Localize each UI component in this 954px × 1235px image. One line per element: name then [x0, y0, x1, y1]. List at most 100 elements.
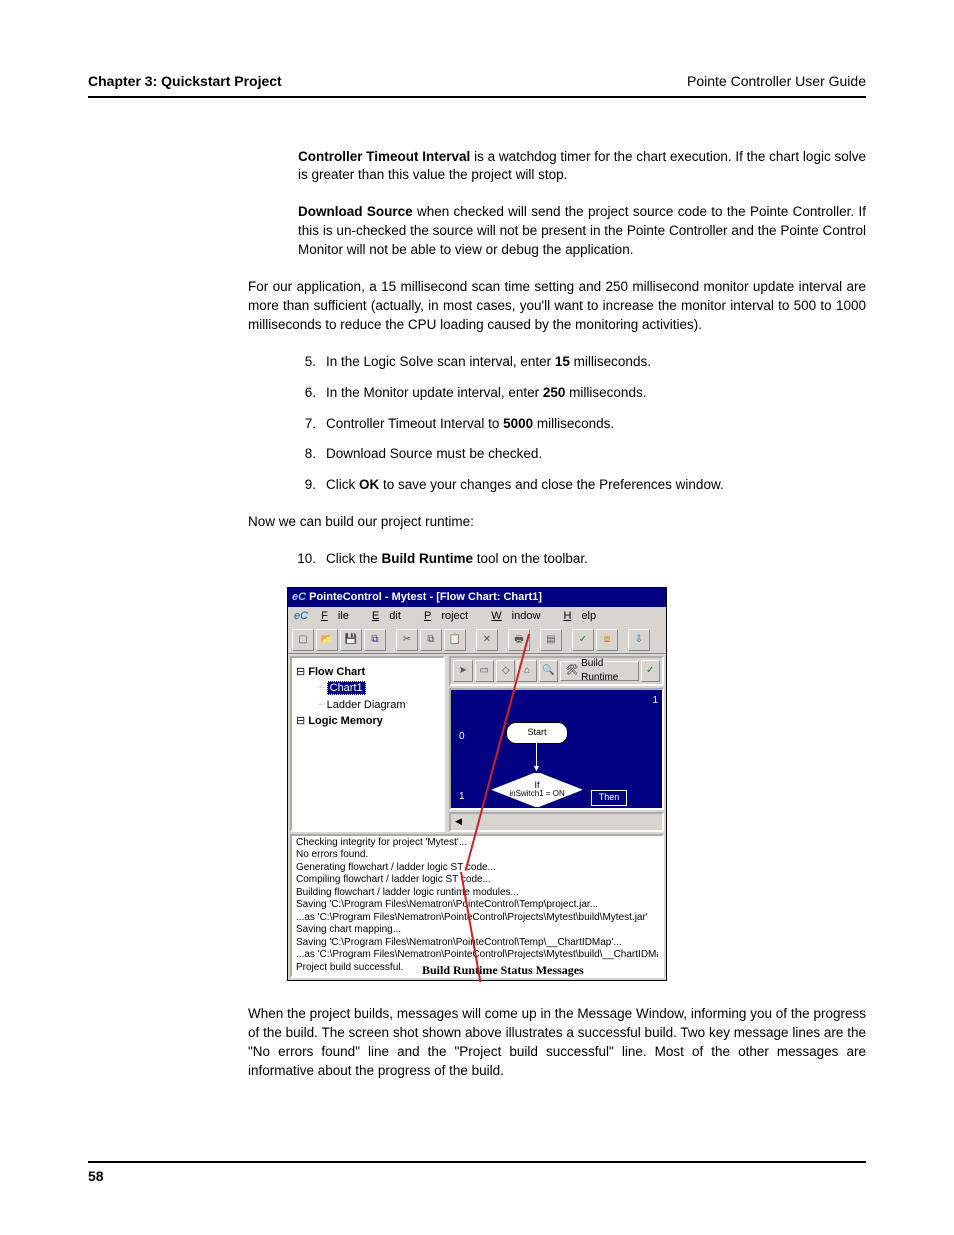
step-pre: Click the	[326, 551, 382, 566]
row-0-marker: 0	[459, 730, 465, 744]
build-runtime-button[interactable]: 🛠 Build Runtime	[560, 661, 638, 681]
window-title: PointeControl - Mytest - [Flow Chart: Ch…	[309, 591, 542, 603]
properties-icon[interactable]: ▤	[540, 629, 562, 651]
paste-icon[interactable]: 📋	[444, 629, 466, 651]
flow-then-label: Then	[591, 790, 627, 806]
validate-icon[interactable]: ✓	[572, 629, 594, 651]
copy-icon[interactable]: ⧉	[420, 629, 442, 651]
menu-help[interactable]: Help	[563, 610, 606, 622]
tree-label[interactable]: Flow Chart	[308, 666, 365, 678]
definition-term: Download Source	[298, 204, 413, 219]
app-logo-small: eC	[294, 610, 308, 622]
output-line: Saving 'C:\Program Files\Nematron\Pointe…	[296, 899, 658, 912]
step-pre: Download Source must be checked.	[326, 446, 542, 461]
build-icon[interactable]: ⧈	[596, 629, 618, 651]
delete-icon[interactable]: ✕	[476, 629, 498, 651]
menu-window[interactable]: Window	[491, 610, 550, 622]
save-all-icon[interactable]: ⧉	[364, 629, 386, 651]
step-number: 7.	[288, 415, 326, 434]
step-number: 5.	[288, 353, 326, 372]
flowchart-canvas[interactable]: 1 0 1 Start ▼ If inSwitch1 = ON Then	[449, 688, 664, 810]
tree-label-selected: Chart1	[327, 681, 366, 695]
step-bold: 15	[555, 354, 570, 369]
download-icon[interactable]: ⇩	[628, 629, 650, 651]
paragraph-now-build: Now we can build our project runtime:	[248, 513, 866, 532]
app-window: eC PointeControl - Mytest - [Flow Chart:…	[287, 587, 667, 981]
tree-item-chart1[interactable]: Chart1	[296, 680, 439, 697]
step-post: to save your changes and close the Prefe…	[379, 477, 723, 492]
steps-list-1: 5.In the Logic Solve scan interval, ente…	[288, 353, 866, 495]
hammer-icon: 🛠	[565, 664, 578, 678]
step-item: 9.Click OK to save your changes and clos…	[288, 476, 866, 495]
step-bold: Build Runtime	[382, 551, 474, 566]
project-tree[interactable]: Flow Chart Chart1 Ladder Diagram Logic M…	[290, 656, 445, 832]
build-runtime-label: Build Runtime	[581, 657, 633, 685]
toolbar-main: ▢ 📂 💾 ⧉ ✂ ⧉ 📋 ✕ 🖶 ▤ ✓ ⧈ ⇩	[288, 627, 666, 653]
scroll-left-icon[interactable]: ◀	[451, 816, 462, 826]
output-line: Checking integrity for project 'Mytest'.…	[296, 837, 658, 850]
pointer-icon[interactable]: ➤	[453, 660, 472, 682]
step-post: milliseconds.	[565, 385, 646, 400]
app-logo: eC	[292, 591, 306, 603]
output-line: No errors found.	[296, 849, 658, 862]
step-bold: OK	[359, 477, 379, 492]
step-post: milliseconds.	[533, 416, 614, 431]
cut-icon[interactable]: ✂	[396, 629, 418, 651]
step-number: 10.	[288, 550, 326, 569]
tree-flowchart-root: Flow Chart	[296, 664, 439, 681]
paragraph-app-settings: For our application, a 15 millisecond sc…	[248, 278, 866, 335]
flow-condition: inSwitch1 = ON	[509, 790, 564, 798]
output-line: Building flowchart / ladder logic runtim…	[296, 887, 658, 900]
save-icon[interactable]: 💾	[340, 629, 362, 651]
output-line: Generating flowchart / ladder logic ST c…	[296, 862, 658, 875]
step-item: 10. Click the Build Runtime tool on the …	[288, 550, 866, 569]
new-icon[interactable]: ▢	[292, 629, 314, 651]
col-marker: 1	[652, 694, 658, 708]
row-1-marker: 1	[459, 790, 465, 804]
menu-edit[interactable]: Edit	[372, 610, 411, 622]
decision-icon[interactable]: ◇	[496, 660, 515, 682]
step-bold: 250	[543, 385, 566, 400]
node-icon[interactable]: ▭	[475, 660, 494, 682]
flow-decision-node[interactable]: If inSwitch1 = ON	[491, 772, 583, 808]
step-text: In the Monitor update interval, enter 25…	[326, 384, 866, 403]
tree-item-ladder[interactable]: Ladder Diagram	[296, 697, 439, 714]
output-line: Saving 'C:\Program Files\Nematron\Pointe…	[296, 937, 658, 950]
flow-start-node[interactable]: Start	[506, 722, 568, 744]
callout-label: Build Runtime Status Messages	[422, 963, 584, 978]
menubar: eC File Edit Project Window Help	[288, 607, 666, 626]
steps-list-2: 10. Click the Build Runtime tool on the …	[288, 550, 866, 569]
step-item: 8.Download Source must be checked.	[288, 445, 866, 464]
definition-cti: Controller Timeout Interval is a watchdo…	[298, 148, 866, 186]
zoom-icon[interactable]: 🔍	[539, 660, 558, 682]
open-icon[interactable]: 📂	[316, 629, 338, 651]
paragraph-build-result: When the project builds, messages will c…	[248, 1005, 866, 1081]
step-number: 6.	[288, 384, 326, 403]
step-item: 7.Controller Timeout Interval to 5000 mi…	[288, 415, 866, 434]
chapter-title: Chapter 3: Quickstart Project	[88, 72, 282, 92]
definition-term: Controller Timeout Interval	[298, 149, 470, 164]
page-header: Chapter 3: Quickstart Project Pointe Con…	[88, 72, 866, 98]
step-number: 9.	[288, 476, 326, 495]
step-text: Click the Build Runtime tool on the tool…	[326, 550, 866, 569]
step-text: Click OK to save your changes and close …	[326, 476, 866, 495]
step-pre: Click	[326, 477, 359, 492]
menu-project[interactable]: Project	[424, 610, 478, 622]
menu-file[interactable]: File	[321, 610, 359, 622]
workarea: Flow Chart Chart1 Ladder Diagram Logic M…	[288, 653, 666, 834]
tree-logicmemory-root: Logic Memory	[296, 713, 439, 730]
page-number: 58	[88, 1161, 866, 1187]
step-text: Controller Timeout Interval to 5000 mill…	[326, 415, 866, 434]
tree-label[interactable]: Logic Memory	[308, 715, 383, 727]
figure-screenshot: eC PointeControl - Mytest - [Flow Chart:…	[287, 587, 667, 981]
step-text: In the Logic Solve scan interval, enter …	[326, 353, 866, 372]
step-pre: In the Logic Solve scan interval, enter	[326, 354, 555, 369]
window-titlebar: eC PointeControl - Mytest - [Flow Chart:…	[288, 588, 666, 607]
guide-title: Pointe Controller User Guide	[687, 72, 866, 92]
step-text: Download Source must be checked.	[326, 445, 866, 464]
output-line: ...as 'C:\Program Files\Nematron\PointeC…	[296, 912, 658, 925]
check-icon[interactable]: ✓	[641, 660, 660, 682]
definition-ds: Download Source when checked will send t…	[298, 203, 866, 260]
step-number: 8.	[288, 445, 326, 464]
document-page: Chapter 3: Quickstart Project Pointe Con…	[0, 0, 954, 1226]
